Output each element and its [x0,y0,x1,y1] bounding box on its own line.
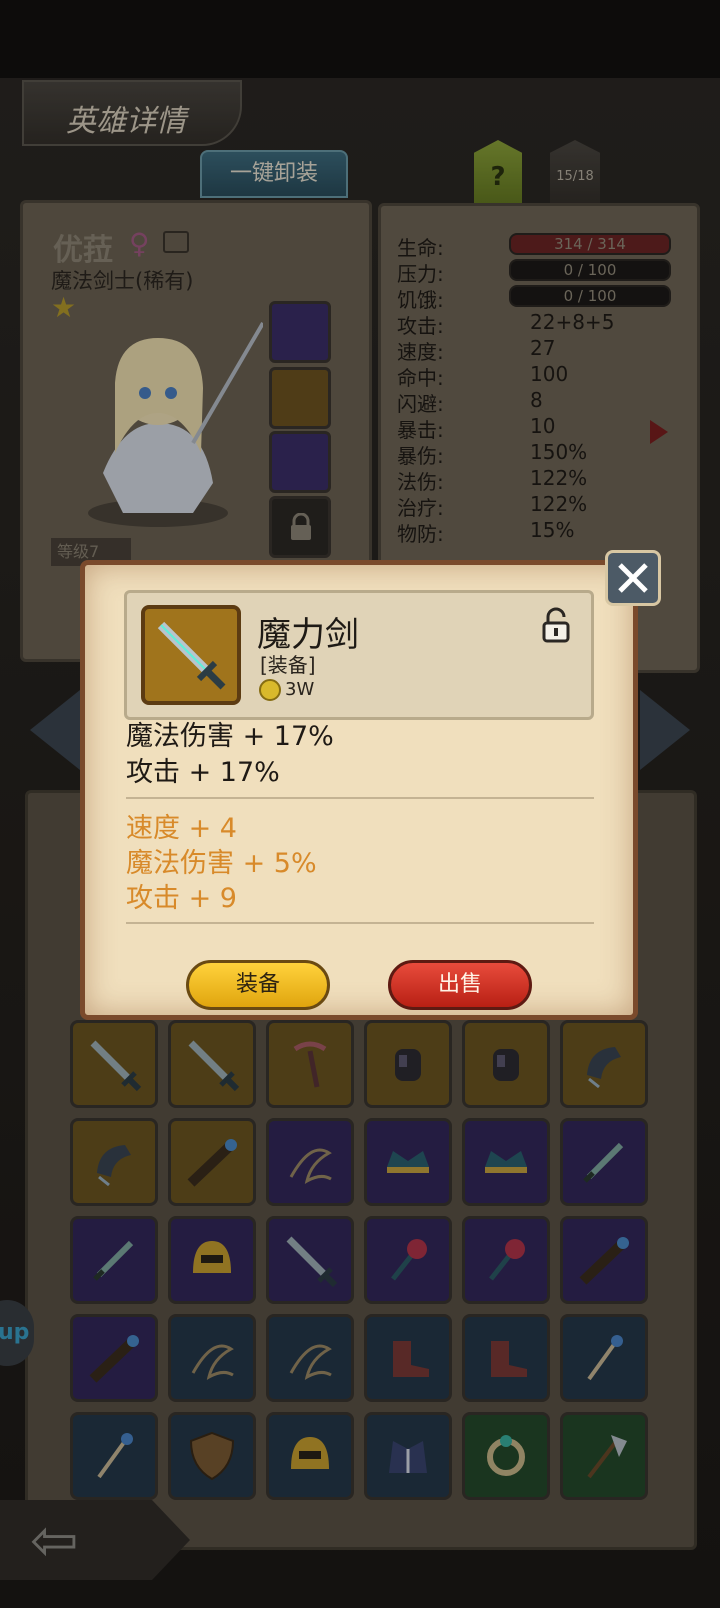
divider [126,797,594,799]
extra-stat: 魔法伤害 + 5% [126,848,317,879]
item-type: [装备] [260,653,316,677]
magic-sword-icon [157,621,226,690]
main-stat: 魔法伤害 + 17% [126,721,334,752]
close-button[interactable] [605,550,661,606]
item-icon [141,605,241,705]
main-stat: 攻击 + 17% [126,757,280,788]
top-bar [0,0,720,78]
close-icon [618,563,648,593]
coin-icon [259,679,281,701]
extra-stat: 速度 + 4 [126,813,237,844]
unlock-icon[interactable] [539,607,573,643]
sell-button[interactable]: 出售 [388,960,532,1010]
extra-stat: 攻击 + 9 [126,883,237,914]
divider [126,922,594,924]
item-card: 魔力剑 [装备] 3W [124,590,594,720]
equip-button[interactable]: 装备 [186,960,330,1010]
item-price: 3W [285,679,315,700]
